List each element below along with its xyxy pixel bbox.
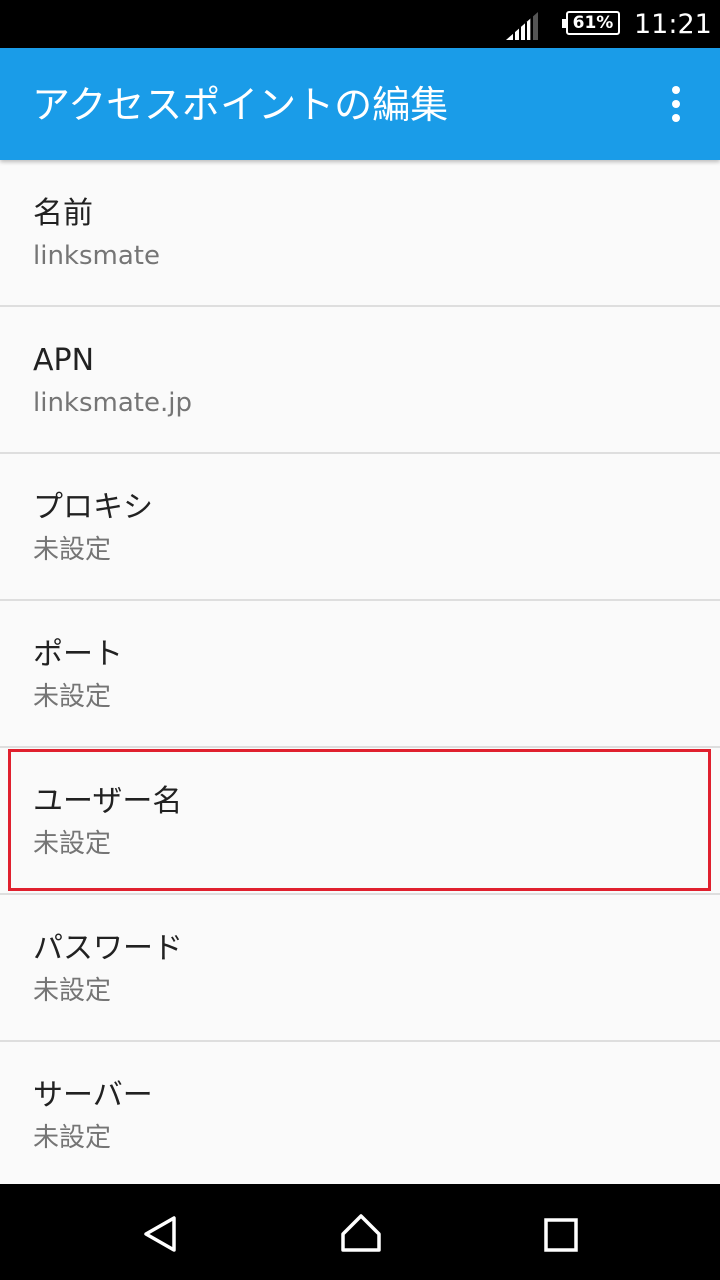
page-title: アクセスポイントの編集 (32, 83, 449, 127)
list-item-value: 未設定 (33, 1123, 112, 1153)
list-item-apn[interactable]: APN linksmate.jp (0, 307, 720, 454)
list-item-title: パスワード (33, 931, 183, 966)
home-icon[interactable] (340, 1212, 382, 1254)
list-item-port[interactable]: ポート 未設定 (0, 601, 720, 748)
recents-square-icon[interactable] (544, 1218, 578, 1252)
list-item-value: 未設定 (33, 682, 112, 712)
status-bar: 61% 11:21 (0, 0, 720, 48)
list-item-name[interactable]: 名前 linksmate (0, 160, 720, 307)
list-item-title: ユーザー名 (33, 784, 183, 819)
list-item-value: linksmate.jp (33, 388, 192, 418)
list-item-value: linksmate (33, 241, 160, 271)
list-item-username[interactable]: ユーザー名 未設定 (0, 748, 720, 895)
list-item-proxy[interactable]: プロキシ 未設定 (0, 454, 720, 601)
status-clock: 11:21 (634, 9, 712, 40)
list-item-title: サーバー (33, 1078, 153, 1113)
list-item-title: プロキシ (33, 490, 153, 525)
list-item-value: 未設定 (33, 829, 112, 859)
list-item-value: 未設定 (33, 976, 112, 1006)
list-item-server[interactable]: サーバー 未設定 (0, 1042, 720, 1189)
list-item-password[interactable]: パスワード 未設定 (0, 895, 720, 1042)
signal-icon (506, 12, 538, 40)
list-item-value: 未設定 (33, 535, 112, 565)
apn-settings-list: 名前 linksmate APN linksmate.jp プロキシ 未設定 ポ… (0, 160, 720, 1189)
list-item-title: ポート (33, 637, 123, 672)
battery-indicator: 61% (562, 11, 620, 35)
list-item-title: APN (33, 343, 95, 378)
more-vert-icon[interactable] (660, 82, 692, 126)
list-item-title: 名前 (33, 196, 93, 231)
back-triangle-icon[interactable] (140, 1214, 180, 1254)
app-bar: アクセスポイントの編集 (0, 48, 720, 160)
